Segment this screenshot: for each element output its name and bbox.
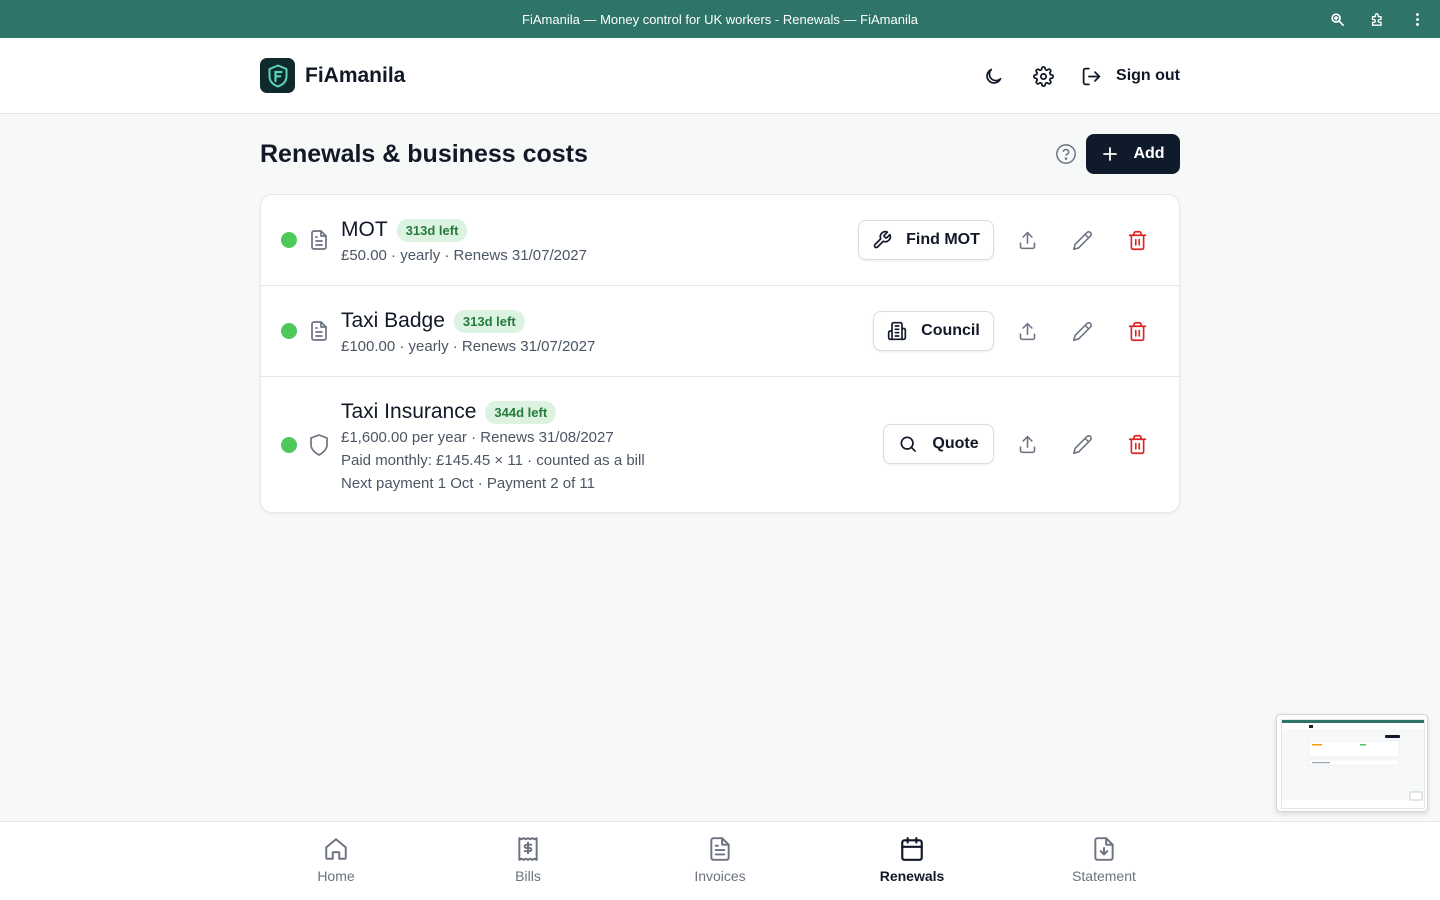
shield-icon [307,433,331,457]
edit-button[interactable] [1067,225,1097,255]
brand-logo-icon [260,58,295,93]
home-icon [325,838,347,860]
trash-icon [1128,321,1146,341]
statement-icon [1094,837,1114,861]
status-dot [281,437,297,453]
plus-icon [1103,147,1118,161]
nav-item-statement[interactable]: Statement [1044,836,1164,884]
nav-item-home[interactable]: Home [276,836,396,884]
brand-name: FiAmanila [305,63,406,87]
renewals-list: MOT 313d left £50.00 · yearly · Renews 3… [260,194,1180,513]
item-details: Taxi Insurance 344d left £1,600.00 per y… [341,399,645,493]
days-left-badge: 313d left [396,218,468,242]
page-title: Renewals & business costs [260,140,588,168]
upload-button[interactable] [1012,429,1042,459]
item-details: MOT 313d left £50.00 · yearly · Renews 3… [341,217,587,265]
zoom-icon[interactable] [1324,6,1350,32]
item-detail-line: £50.00 · yearly · Renews 31/07/2027 [341,247,587,264]
list-item: Taxi Badge 313d left £100.00 · yearly · … [261,286,1179,377]
delete-button[interactable] [1122,225,1152,255]
gear-icon [1032,65,1054,87]
status-dot [281,323,297,339]
item-detail-line: £1,600.00 per year · Renews 31/08/2027 [341,429,614,446]
nav-label-statement: Statement [1072,868,1136,884]
item-detail-line: Next payment 1 Oct · Payment 2 of 11 [341,475,596,492]
bottom-nav: Home Bills Invoices Renewals Statement [0,821,1440,900]
pencil-icon [1072,434,1092,454]
building-icon [887,321,907,341]
trash-icon [1128,434,1146,454]
sign-out-label: Sign out [1116,67,1180,84]
council-label: Council [921,322,980,339]
theme-toggle-button[interactable] [975,58,1011,94]
more-vertical-icon[interactable] [1404,6,1430,32]
delete-button[interactable] [1122,429,1152,459]
brand[interactable]: FiAmanila [260,58,405,93]
pencil-icon [1072,230,1092,250]
upload-icon [1019,322,1035,340]
list-item: MOT 313d left £50.00 · yearly · Renews 3… [261,195,1179,286]
settings-button[interactable] [1025,58,1061,94]
document-icon [307,228,331,252]
upload-icon [1019,231,1035,249]
extensions-icon[interactable] [1364,6,1390,32]
nav-label-invoices: Invoices [694,868,746,884]
item-name: Taxi Badge [341,309,445,332]
status-dot [281,232,297,248]
search-icon [900,436,917,452]
item-details: Taxi Badge 313d left £100.00 · yearly · … [341,308,595,356]
help-button[interactable] [1054,142,1078,166]
find-mot-label: Find MOT [906,231,980,248]
thumbnail-preview [1281,719,1425,809]
item-name: MOT [341,218,388,241]
item-detail-line: £100.00 · yearly · Renews 31/07/2027 [341,338,596,355]
header-actions: Sign out [975,56,1180,96]
nav-label-home: Home [317,868,355,884]
calendar-icon [901,837,923,861]
help-icon [1056,144,1076,164]
document-icon [307,319,331,343]
sign-out-button[interactable]: Sign out [1075,66,1180,87]
list-item: Taxi Insurance 344d left £1,600.00 per y… [261,377,1179,512]
logout-icon [1082,67,1101,85]
council-button[interactable]: Council [873,311,994,351]
window-title: FiAmanila — Money control for UK workers… [522,11,918,27]
quote-label: Quote [932,435,979,452]
nav-label-renewals: Renewals [879,868,945,884]
nav-item-renewals[interactable]: Renewals [852,836,972,884]
bills-icon [518,837,538,861]
moon-icon [985,68,1001,84]
edit-button[interactable] [1067,429,1097,459]
days-left-badge: 344d left [485,400,557,424]
item-name: Taxi Insurance [341,400,477,423]
nav-item-bills[interactable]: Bills [468,836,588,884]
nav-label-bills: Bills [515,868,541,884]
upload-button[interactable] [1012,316,1042,346]
pencil-icon [1072,321,1092,341]
quote-button[interactable]: Quote [883,424,994,464]
find-mot-button[interactable]: Find MOT [858,220,994,260]
screenshot-thumbnail[interactable] [1276,714,1428,812]
wrench-icon [873,230,892,249]
delete-button[interactable] [1122,316,1152,346]
add-button-label: Add [1133,145,1165,162]
nav-item-invoices[interactable]: Invoices [660,836,780,884]
add-button[interactable]: Add [1086,134,1180,174]
days-left-badge: 313d left [453,309,525,333]
item-detail-line: Paid monthly: £145.45 × 11 · counted as … [341,452,645,469]
upload-icon [1019,435,1035,453]
upload-button[interactable] [1012,225,1042,255]
trash-icon [1128,230,1146,250]
invoice-icon [710,837,730,861]
app-header: FiAmanila Sign out [0,38,1440,114]
browser-titlebar: FiAmanila — Money control for UK workers… [0,0,1440,38]
edit-button[interactable] [1067,316,1097,346]
browser-tools [1324,0,1430,38]
